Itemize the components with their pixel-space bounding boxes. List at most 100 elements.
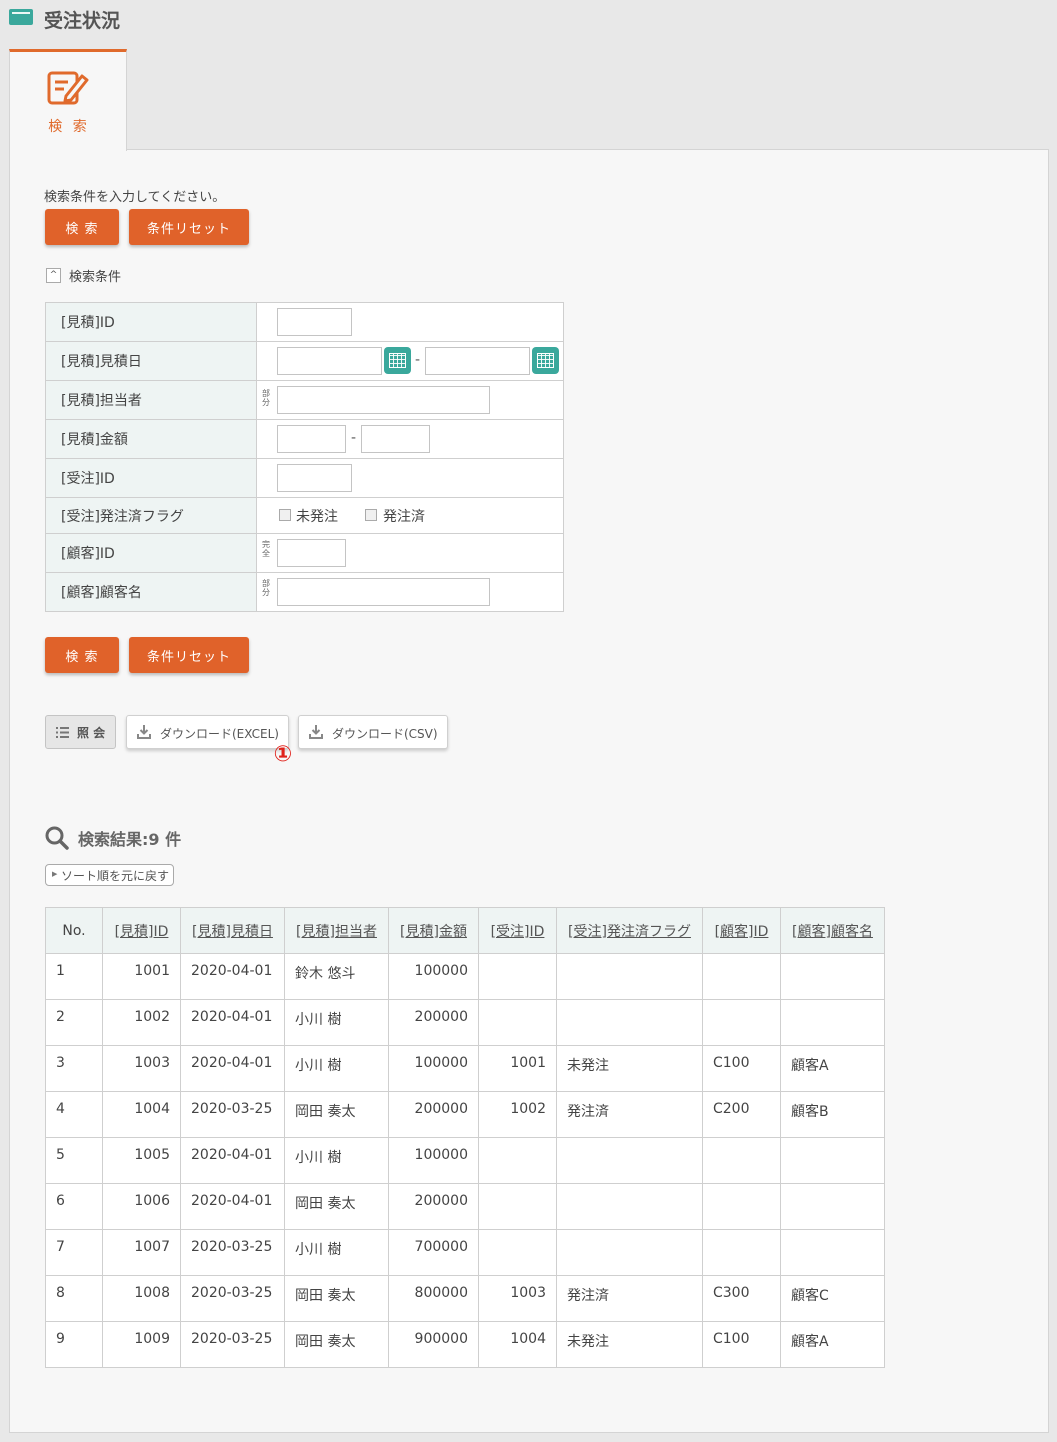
table-cell: 2020-04-01 xyxy=(180,1137,285,1184)
match-partial-badge: 部分 xyxy=(262,389,270,407)
collapse-icon[interactable]: ^ xyxy=(46,268,61,283)
table-cell: 岡田 奏太 xyxy=(284,1275,389,1322)
estimate-date-from-input[interactable] xyxy=(277,347,382,375)
window-icon xyxy=(9,9,33,25)
download-excel-label: ダウンロード(EXCEL) xyxy=(160,727,279,741)
table-row: 3 1003 2020-04-01 小川 樹 100000 1001 未発注 C100 顧客A xyxy=(45,1045,885,1092)
range-separator: - xyxy=(415,352,421,368)
estimate-date-to-input[interactable] xyxy=(425,347,530,375)
column-header[interactable]: [受注]ID xyxy=(478,907,557,954)
estimate-id-input[interactable] xyxy=(277,308,352,336)
table-cell: 7 xyxy=(45,1229,103,1276)
table-row: 9 1009 2020-03-25 岡田 奏太 900000 1004 未発注 C100 顧客A xyxy=(45,1321,885,1368)
field-label-estimate-id: [見積]ID xyxy=(45,302,257,342)
list-icon xyxy=(56,727,69,738)
table-cell: 4 xyxy=(45,1091,103,1138)
customer-name-input[interactable] xyxy=(277,578,490,606)
table-cell xyxy=(556,999,703,1046)
column-header-label: [顧客]ID xyxy=(714,923,769,940)
table-cell xyxy=(556,1137,703,1184)
table-cell: 顧客A xyxy=(780,1045,885,1092)
table-cell: 発注済 xyxy=(556,1091,703,1138)
table-cell xyxy=(702,1183,781,1230)
table-cell xyxy=(780,953,885,1000)
column-header[interactable]: [見積]金額 xyxy=(388,907,479,954)
column-header[interactable]: [見積]見積日 xyxy=(180,907,285,954)
download-csv-button[interactable]: ダウンロード(CSV) xyxy=(298,715,448,749)
table-cell: 小川 樹 xyxy=(284,999,389,1046)
ordered-checkbox[interactable] xyxy=(365,509,377,521)
search-button-bottom[interactable]: 検 索 xyxy=(45,637,119,673)
table-cell: 1004 xyxy=(102,1091,181,1138)
tab-search[interactable]: 検 索 xyxy=(9,49,127,151)
sort-reset-label: ソート順を元に戻す xyxy=(61,869,170,883)
table-cell: 1009 xyxy=(102,1321,181,1368)
search-hint: 検索条件を入力してください。 xyxy=(44,190,226,205)
table-cell: 2020-04-01 xyxy=(180,999,285,1046)
amount-from-input[interactable] xyxy=(277,425,346,453)
table-cell: C200 xyxy=(702,1091,781,1138)
page-title: 受注状況 xyxy=(44,10,121,32)
tab-label: 検 索 xyxy=(48,119,90,135)
table-cell: 2020-04-01 xyxy=(180,1183,285,1230)
table-cell: 小川 樹 xyxy=(284,1229,389,1276)
table-row: 2 1002 2020-04-01 小川 樹 200000 xyxy=(45,999,885,1046)
download-excel-button[interactable]: ダウンロード(EXCEL) xyxy=(126,715,289,749)
table-row: 5 1005 2020-04-01 小川 樹 100000 xyxy=(45,1137,885,1184)
table-cell xyxy=(780,1183,885,1230)
table-row: 4 1004 2020-03-25 岡田 奏太 200000 1002 発注済 C200 顧客B xyxy=(45,1091,885,1138)
column-header[interactable]: [受注]発注済フラグ xyxy=(556,907,703,954)
edit-icon xyxy=(47,71,89,105)
order-id-input[interactable] xyxy=(277,464,352,492)
table-cell: 岡田 奏太 xyxy=(284,1091,389,1138)
column-header[interactable]: [顧客]ID xyxy=(702,907,781,954)
annotation-marker: ① xyxy=(273,742,293,767)
table-cell: 2020-04-01 xyxy=(180,953,285,1000)
table-cell: 900000 xyxy=(388,1321,479,1368)
column-header[interactable]: [顧客]顧客名 xyxy=(780,907,885,954)
reset-button-bottom[interactable]: 条件リセット xyxy=(129,637,249,673)
column-header-label: [顧客]顧客名 xyxy=(792,923,873,940)
table-cell: 100000 xyxy=(388,1137,479,1184)
table-cell: 3 xyxy=(45,1045,103,1092)
table-cell: 1003 xyxy=(102,1045,181,1092)
estimate-person-input[interactable] xyxy=(277,386,490,414)
calendar-icon[interactable] xyxy=(532,347,559,374)
table-cell: 200000 xyxy=(388,1091,479,1138)
ordered-label: 発注済 xyxy=(383,509,425,525)
reset-button[interactable]: 条件リセット xyxy=(129,209,249,245)
table-cell xyxy=(780,1137,885,1184)
field-label-order-flag: [受注]発注済フラグ xyxy=(45,497,257,534)
calendar-icon[interactable] xyxy=(384,347,411,374)
column-header-label: [見積]金額 xyxy=(400,923,467,940)
table-cell: 200000 xyxy=(388,1183,479,1230)
customer-id-input[interactable] xyxy=(277,539,346,567)
table-cell xyxy=(780,999,885,1046)
table-cell xyxy=(478,999,557,1046)
table-cell: 顧客A xyxy=(780,1321,885,1368)
not-ordered-checkbox[interactable] xyxy=(279,509,291,521)
table-cell: 800000 xyxy=(388,1275,479,1322)
column-header[interactable]: [見積]ID xyxy=(102,907,181,954)
field-label-estimate-date: [見積]見積日 xyxy=(45,341,257,381)
view-button[interactable]: 照 会 xyxy=(45,715,116,749)
table-cell xyxy=(556,1229,703,1276)
table-cell: 9 xyxy=(45,1321,103,1368)
search-button[interactable]: 検 索 xyxy=(45,209,119,245)
amount-to-input[interactable] xyxy=(361,425,430,453)
table-cell: C100 xyxy=(702,1321,781,1368)
column-header-label: [見積]見積日 xyxy=(192,923,273,940)
column-header-label: No. xyxy=(62,922,86,939)
sort-reset-button[interactable]: ▶ ソート順を元に戻す xyxy=(45,864,174,886)
table-cell: 1 xyxy=(45,953,103,1000)
table-cell: 2020-03-25 xyxy=(180,1229,285,1276)
table-cell: 1001 xyxy=(478,1045,557,1092)
table-cell: 1001 xyxy=(102,953,181,1000)
table-cell: 岡田 奏太 xyxy=(284,1321,389,1368)
column-header[interactable]: [見積]担当者 xyxy=(284,907,389,954)
search-icon xyxy=(45,826,69,850)
column-header-label: [受注]発注済フラグ xyxy=(568,923,691,940)
table-row: 1 1001 2020-04-01 鈴木 悠斗 100000 xyxy=(45,953,885,1000)
table-cell: 1002 xyxy=(102,999,181,1046)
table-cell: 1003 xyxy=(478,1275,557,1322)
